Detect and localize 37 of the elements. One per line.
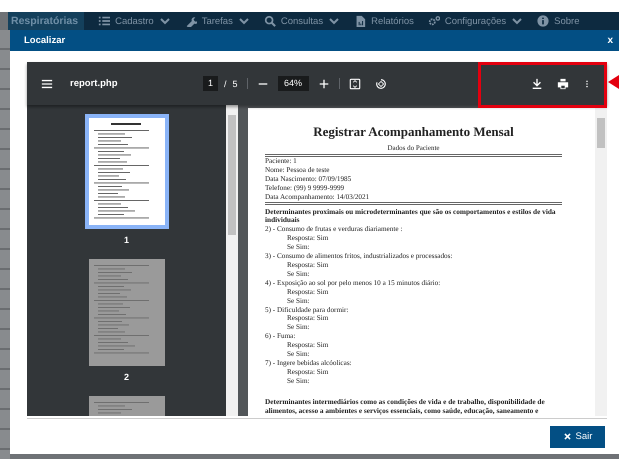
list-icon [98,15,110,27]
print-icon [557,78,569,90]
download-button[interactable] [531,78,543,90]
report-icon [354,15,366,27]
rotate-icon [374,78,387,90]
nav-menu-item[interactable]: Sobre [537,15,580,27]
zoom-in-button[interactable] [318,78,330,90]
print-button[interactable] [557,78,569,90]
download-icon [531,78,543,90]
nav-menu-item[interactable]: Relatórios [354,15,414,27]
fit-page-button[interactable] [348,78,361,90]
nav-menu-item[interactable]: Consultas [264,15,340,27]
wrench-icon [184,15,197,27]
nav-menu-item[interactable]: Cadastro [98,15,171,27]
exit-button[interactable]: Sair [550,426,605,448]
search-icon [264,15,276,27]
arrow-icon [608,74,619,90]
scrollbar[interactable] [226,105,238,416]
menu-icon [41,78,53,90]
page-separator: / [224,78,227,88]
info-icon [537,15,550,27]
scrollbar[interactable] [595,108,607,416]
rotate-button[interactable] [374,78,387,90]
zoom-field[interactable]: 64% [278,76,309,91]
plus-icon [318,78,330,90]
page-count: 5 [232,78,238,88]
document-title: Registrar Acompanhamento Mensal [312,124,515,140]
file-name: report.php [70,78,118,89]
page-number-field[interactable]: 1 [203,76,218,91]
menu-button[interactable] [41,78,53,90]
nav-menu-item[interactable]: Configurações [428,15,524,27]
close-icon [562,432,572,441]
dialog-title: Localizar [24,35,66,46]
app-brand: Respiratórias [8,12,84,30]
close-button[interactable]: x [607,35,613,46]
fit-page-icon [348,78,361,90]
nav-menu-item[interactable]: Tarefas [184,15,250,27]
